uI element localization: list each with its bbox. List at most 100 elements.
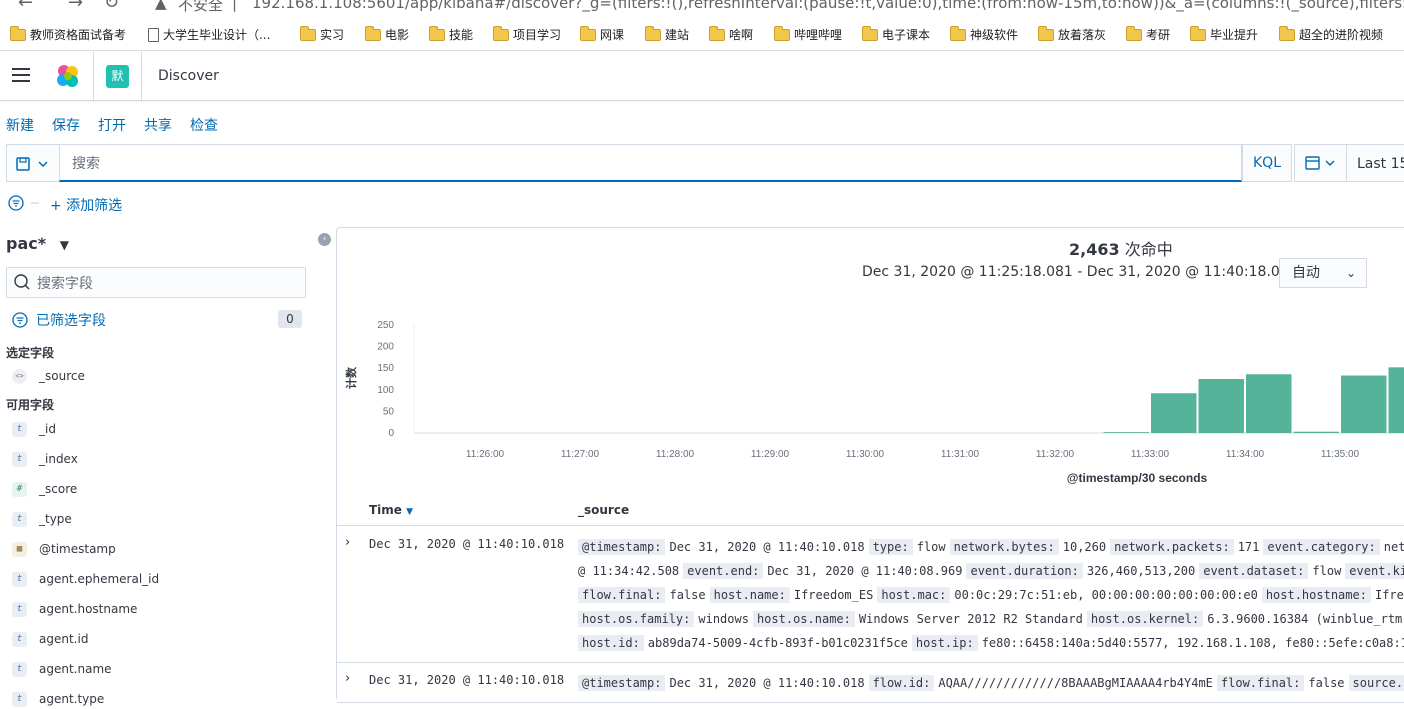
- x-tick-label: 11:26:00: [466, 449, 505, 460]
- field-key: host.mac:: [877, 587, 950, 603]
- field-item[interactable]: tagent.name: [12, 659, 112, 679]
- doc-table-row[interactable]: ›Dec 31, 2020 @ 11:40:10.018@timestamp:D…: [337, 527, 1404, 663]
- bookmark-item[interactable]: 实习: [300, 26, 344, 43]
- add-filter-button[interactable]: + 添加筛选: [50, 195, 122, 215]
- doc-table-row[interactable]: ›Dec 31, 2020 @ 11:40:10.018@timestamp:D…: [337, 663, 1404, 703]
- string-type-icon: t: [12, 602, 27, 617]
- source-line: @ 11:34:42.508event.end:Dec 31, 2020 @ 1…: [578, 559, 1404, 583]
- field-item[interactable]: t_id: [12, 419, 56, 439]
- field-value: windows: [698, 612, 749, 626]
- string-type-icon: t: [12, 422, 27, 437]
- chevron-right-icon[interactable]: ›: [345, 535, 350, 550]
- share-button[interactable]: 共享: [144, 115, 172, 135]
- bookmark-item[interactable]: 网课: [580, 26, 624, 43]
- collapse-sidebar-icon[interactable]: ‹: [318, 233, 331, 246]
- x-tick-label: 11:30:00: [846, 449, 885, 460]
- sort-down-icon[interactable]: ▼: [406, 507, 413, 517]
- search-input[interactable]: [59, 144, 1242, 182]
- kql-toggle-button[interactable]: KQL: [1242, 144, 1292, 182]
- bookmark-item[interactable]: 放着落灰: [1038, 26, 1106, 43]
- browser-address-bar: ← → ↻ ▲ 不安全 | 192.168.1.108:5601/app/kib…: [0, 0, 1404, 18]
- folder-icon: [10, 29, 26, 41]
- filter-options-icon[interactable]: [8, 194, 44, 212]
- bookmark-label: 啥啊: [729, 26, 753, 43]
- bookmark-item[interactable]: 教师资格面试备考: [10, 26, 126, 43]
- histogram-bar: [1104, 432, 1150, 433]
- interval-select[interactable]: 自动 ⌄: [1279, 258, 1367, 288]
- folder-icon: [645, 29, 661, 41]
- field-name: @timestamp: [39, 542, 116, 556]
- field-item[interactable]: #_score: [12, 479, 77, 499]
- space-avatar[interactable]: 默: [106, 65, 129, 88]
- bookmark-item[interactable]: 毕业提升: [1190, 26, 1258, 43]
- bookmark-item[interactable]: 电子课本: [862, 26, 930, 43]
- field-item[interactable]: t_type: [12, 509, 72, 529]
- field-value: flow: [1312, 564, 1341, 578]
- chevron-right-icon[interactable]: ›: [345, 671, 350, 686]
- url-text[interactable]: 192.168.1.108:5601/app/kibana#/discover?…: [252, 0, 1404, 12]
- inspect-button[interactable]: 检查: [190, 115, 218, 135]
- field-key: host.os.family:: [578, 611, 694, 627]
- hamburger-menu-icon[interactable]: [12, 68, 30, 82]
- kibana-logo-icon[interactable]: [54, 62, 82, 90]
- save-button[interactable]: 保存: [52, 115, 80, 135]
- field-item[interactable]: tagent.type: [12, 689, 104, 709]
- histogram-bar: [1199, 379, 1245, 433]
- bookmark-label: 技能: [449, 26, 473, 43]
- histogram-chart[interactable]: 05010015020025011:26:0011:27:0011:28:001…: [337, 298, 1404, 498]
- histogram-bar: [1246, 374, 1292, 433]
- bookmark-item[interactable]: 超全的进阶视频: [1279, 26, 1383, 43]
- date-range-label[interactable]: Last 15 minutes: [1357, 156, 1404, 172]
- bookmark-label: 电影: [385, 26, 409, 43]
- bookmark-item[interactable]: 神级软件: [950, 26, 1018, 43]
- date-quick-menu-button[interactable]: [1295, 145, 1347, 181]
- field-key: event.end:: [683, 563, 763, 579]
- bookmark-label: 超全的进阶视频: [1299, 26, 1383, 43]
- folder-icon: [709, 29, 725, 41]
- string-type-icon: t: [12, 692, 27, 707]
- bookmark-label: 神级软件: [970, 26, 1018, 43]
- bookmark-item[interactable]: 大学生毕业设计（...: [148, 26, 270, 43]
- bookmark-label: 毕业提升: [1210, 26, 1258, 43]
- index-pattern-label: pac*: [6, 234, 46, 253]
- field-item[interactable]: <>_source: [12, 366, 85, 386]
- new-button[interactable]: 新建: [6, 115, 34, 135]
- field-value: 00:0c:29:7c:51:eb, 00:00:00:00:00:00:00:…: [954, 588, 1257, 602]
- field-item[interactable]: t_index: [12, 449, 78, 469]
- bookmark-item[interactable]: 电影: [365, 26, 409, 43]
- field-value: Dec 31, 2020 @ 11:40:08.969: [767, 564, 962, 578]
- field-key: @timestamp:: [578, 539, 665, 555]
- field-value: Dec 31, 2020 @ 11:40:10.018: [669, 676, 864, 690]
- field-search-input[interactable]: [37, 268, 297, 297]
- bookmark-item[interactable]: 考研: [1126, 26, 1170, 43]
- forward-icon[interactable]: →: [68, 0, 83, 13]
- selected-fields-filter-button[interactable]: 已筛选字段: [12, 310, 106, 330]
- back-icon[interactable]: ←: [18, 0, 33, 13]
- hit-count-value: 2,463: [1069, 240, 1120, 259]
- field-item[interactable]: t agent.hostname: [12, 599, 137, 619]
- field-item[interactable]: tagent.id: [12, 629, 88, 649]
- field-key: host.os.kernel:: [1087, 611, 1203, 627]
- index-pattern-selector[interactable]: pac* ▼: [6, 234, 69, 253]
- reload-icon[interactable]: ↻: [104, 0, 119, 13]
- source-type-icon: <>: [12, 369, 27, 384]
- bookmark-item[interactable]: 项目学习: [493, 26, 561, 43]
- field-item[interactable]: tagent.ephemeral_id: [12, 569, 159, 589]
- field-item[interactable]: ▦@timestamp: [12, 539, 116, 559]
- header-divider: [93, 52, 94, 100]
- bookmark-item[interactable]: 技能: [429, 26, 473, 43]
- field-name: agent.hostname: [39, 602, 137, 616]
- open-button[interactable]: 打开: [98, 115, 126, 135]
- selected-fields-count-badge: 0: [278, 310, 302, 328]
- saved-query-button[interactable]: [6, 144, 59, 182]
- bookmark-item[interactable]: 哔哩哔哩: [774, 26, 842, 43]
- bookmark-item[interactable]: 啥啊: [709, 26, 753, 43]
- date-picker[interactable]: Last 15 minutes: [1294, 144, 1404, 182]
- folder-icon: [950, 29, 966, 41]
- field-key: host.name:: [710, 587, 790, 603]
- time-column-label: Time: [369, 503, 402, 517]
- bookmark-item[interactable]: 建站: [645, 26, 689, 43]
- time-column-header[interactable]: Time ▼: [369, 503, 413, 517]
- kibana-header: 默 Discover: [0, 52, 1404, 101]
- bookmark-label: 网课: [600, 26, 624, 43]
